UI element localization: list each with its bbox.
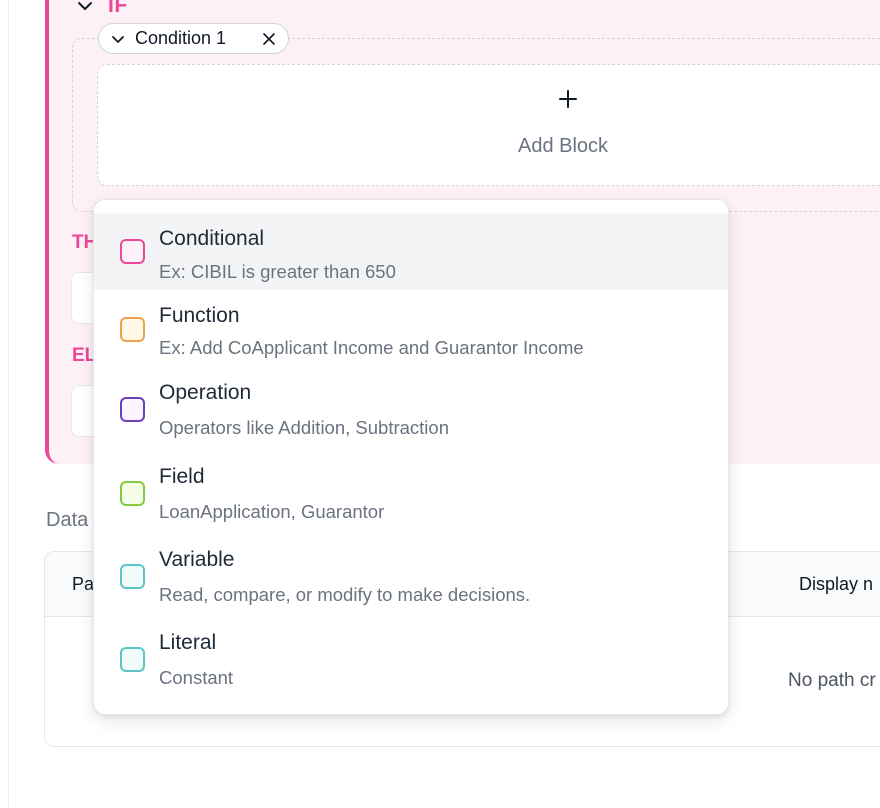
menu-item-title: Function <box>159 304 240 327</box>
add-block-button[interactable]: Add Block <box>97 64 880 186</box>
menu-item-conditional[interactable]: Conditional Ex: CIBIL is greater than 65… <box>94 213 728 290</box>
data-section-label: Data <box>46 509 89 531</box>
chevron-down-icon[interactable] <box>111 32 125 46</box>
function-icon <box>120 317 145 342</box>
menu-item-title: Field <box>159 465 205 488</box>
menu-item-desc: Ex: Add CoApplicant Income and Guarantor… <box>159 337 584 358</box>
menu-item-function[interactable]: Function Ex: Add CoApplicant Income and … <box>94 290 728 370</box>
if-header[interactable]: IF <box>76 0 128 18</box>
menu-item-variable[interactable]: Variable Read, compare, or modify to mak… <box>94 538 728 622</box>
menu-item-desc: LoanApplication, Guarantor <box>159 501 385 522</box>
menu-item-desc: Constant <box>159 667 234 688</box>
menu-item-title: Operation <box>159 381 252 404</box>
literal-icon <box>120 647 145 672</box>
plus-icon <box>559 90 577 108</box>
variable-icon <box>120 564 145 589</box>
empty-state-text: No path cr <box>788 670 876 691</box>
column-header-display-name: Display n <box>799 574 874 594</box>
menu-item-desc: Ex: CIBIL is greater than 650 <box>159 261 396 282</box>
chevron-down-icon[interactable] <box>76 0 94 15</box>
menu-item-desc: Operators like Addition, Subtraction <box>159 417 449 438</box>
menu-item-title: Literal <box>159 631 217 654</box>
operation-icon <box>120 397 145 422</box>
block-type-menu: Conditional Ex: CIBIL is greater than 65… <box>93 199 729 715</box>
menu-item-title: Variable <box>159 548 235 571</box>
menu-item-title: Conditional <box>159 227 265 250</box>
menu-item-operation[interactable]: Operation Operators like Addition, Subtr… <box>94 370 728 454</box>
conditional-icon <box>120 239 145 264</box>
condition-chip[interactable]: Condition 1 <box>98 23 289 54</box>
menu-item-literal[interactable]: Literal Constant <box>94 622 728 714</box>
page-left-border <box>8 0 9 808</box>
condition-chip-label: Condition 1 <box>135 28 227 48</box>
if-label: IF <box>108 0 128 17</box>
add-block-label: Add Block <box>518 135 609 157</box>
close-icon[interactable] <box>262 32 276 46</box>
menu-item-field[interactable]: Field LoanApplication, Guarantor <box>94 454 728 538</box>
menu-item-desc: Read, compare, or modify to make decisio… <box>159 584 531 605</box>
field-icon <box>120 481 145 506</box>
column-header-path: Pa <box>72 574 95 594</box>
